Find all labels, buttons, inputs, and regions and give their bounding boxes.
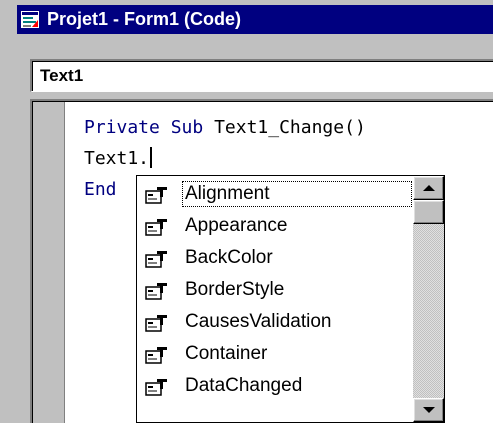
object-selector-value: Text1 [40,66,84,85]
property-icon [145,315,167,332]
autocomplete-items: Alignment Appearance BackColor BorderSty… [137,176,413,422]
arrow-down-icon [423,407,435,413]
keyword-private: Private [84,117,160,138]
list-item-label: Appearance [185,215,288,236]
list-item-label: Alignment [182,181,412,207]
list-item[interactable]: DataChanged [137,370,413,402]
sub-signature: Text1_Change() [214,117,366,138]
code-line-1[interactable]: Private Sub Text1_Change() [84,116,366,140]
property-icon [145,219,167,236]
property-icon [145,283,167,300]
window-title: Projet1 - Form1 (Code) [47,9,242,29]
code-window-icon [21,11,39,28]
code-line-3[interactable]: End [84,178,117,202]
list-item[interactable]: CausesValidation [137,306,413,338]
list-item[interactable]: BorderStyle [137,274,413,306]
object-reference: Text1. [84,148,150,169]
list-item-label: BackColor [185,247,273,268]
code-window: Projet1 - Form1 (Code) Text1 Private Sub… [0,0,493,423]
autocomplete-list[interactable]: Alignment Appearance BackColor BorderSty… [136,175,445,423]
list-item[interactable]: Alignment [137,178,413,210]
object-selector[interactable]: Text1 [30,59,493,92]
keyword-sub: Sub [170,117,204,138]
scroll-thumb[interactable] [413,200,444,224]
code-line-2[interactable]: Text1. [84,147,153,171]
property-icon [145,379,167,396]
list-item[interactable]: Container [137,338,413,370]
scroll-down-button[interactable] [413,398,444,422]
property-icon [145,347,167,364]
arrow-up-icon [423,185,435,191]
list-item[interactable]: BackColor [137,242,413,274]
scroll-up-button[interactable] [413,176,444,200]
title-bar[interactable]: Projet1 - Form1 (Code) [17,5,493,34]
list-item[interactable]: Appearance [137,210,413,242]
keyword-end: End [84,179,117,200]
list-item-label: CausesValidation [185,311,332,332]
list-item-label: DataChanged [185,375,303,396]
list-item-label: Container [185,343,268,364]
text-caret [150,147,153,168]
list-item-label: BorderStyle [185,279,285,300]
margin-indicator-bar[interactable] [33,102,65,423]
property-icon [145,187,167,204]
vertical-scrollbar[interactable] [413,176,444,422]
property-icon [145,251,167,268]
